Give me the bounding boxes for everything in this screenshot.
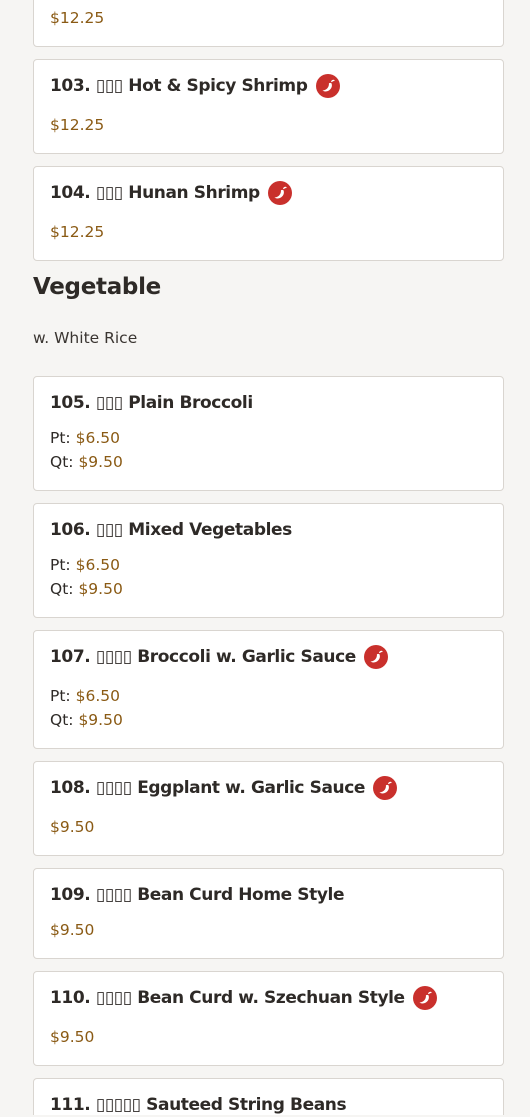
item-name-row: 104. ▯▯▯ Hunan Shrimp [50,181,292,205]
item-name-row: 110. ▯▯▯▯ Bean Curd w. Szechuan Style [50,986,437,1010]
pint-price-row: Pt: $6.50 [50,554,120,576]
chili-pepper-icon [412,986,437,1010]
item-price-value: $9.50 [50,818,95,836]
item-name: 104. ▯▯▯ Hunan Shrimp [50,183,260,203]
menu-item-card-109[interactable]: 109. ▯▯▯▯ Bean Curd Home Style $9.50 [33,868,504,959]
section-title: Vegetable [33,274,161,300]
quart-price: $9.50 [78,580,123,598]
quart-label: Qt: [50,580,74,598]
pint-price: $6.50 [75,556,120,574]
menu-item-card-110[interactable]: 110. ▯▯▯▯ Bean Curd w. Szechuan Style $9… [33,971,504,1066]
quart-price-row: Qt: $9.50 [50,451,123,473]
item-name: 103. ▯▯▯ Hot & Spicy Shrimp [50,76,308,96]
pint-price-row: Pt: $6.50 [50,427,120,449]
pint-label: Pt: [50,556,71,574]
pint-price: $6.50 [75,687,120,705]
item-name: 108. ▯▯▯▯ Eggplant w. Garlic Sauce [50,778,366,798]
quart-price: $9.50 [78,453,123,471]
menu-item-card-105[interactable]: 105. ▯▯▯ Plain Broccoli Pt: $6.50 Qt: $9… [33,376,504,491]
item-price: $9.50 [50,816,94,838]
item-name-row: 107. ▯▯▯▯ Broccoli w. Garlic Sauce [50,645,388,669]
item-name-row: 105. ▯▯▯ Plain Broccoli [50,391,253,415]
item-price: $12.25 [50,114,104,136]
item-name-row: 106. ▯▯▯ Mixed Vegetables [50,518,292,542]
item-price: $12.25 [50,7,104,29]
section-subtitle: w. White Rice [33,329,138,347]
item-name: 107. ▯▯▯▯ Broccoli w. Garlic Sauce [50,647,356,667]
menu-item-card-106[interactable]: 106. ▯▯▯ Mixed Vegetables Pt: $6.50 Qt: … [33,503,504,618]
chili-pepper-icon [363,645,388,669]
menu-item-card-107[interactable]: 107. ▯▯▯▯ Broccoli w. Garlic Sauce Pt: $… [33,630,504,749]
item-name-row: 108. ▯▯▯▯ Eggplant w. Garlic Sauce [50,776,398,800]
item-name-row: 109. ▯▯▯▯ Bean Curd Home Style [50,883,345,907]
quart-price-row: Qt: $9.50 [50,709,123,731]
pint-label: Pt: [50,687,71,705]
chili-pepper-icon [315,74,340,98]
pint-label: Pt: [50,429,71,447]
quart-label: Qt: [50,711,74,729]
menu-item-card-108[interactable]: 108. ▯▯▯▯ Eggplant w. Garlic Sauce $9.50 [33,761,504,856]
pint-price-row: Pt: $6.50 [50,685,120,707]
quart-label: Qt: [50,453,74,471]
item-name: 105. ▯▯▯ Plain Broccoli [50,393,253,413]
quart-price: $9.50 [78,711,123,729]
menu-item-card-102[interactable]: $12.25 [33,0,504,47]
item-price-value: $12.25 [50,9,105,27]
item-price: $9.50 [50,1026,94,1048]
item-price-value: $9.50 [50,1028,95,1046]
menu-item-card-103[interactable]: 103. ▯▯▯ Hot & Spicy Shrimp $12.25 [33,59,504,154]
chili-pepper-icon [267,181,292,205]
menu-item-card-104[interactable]: 104. ▯▯▯ Hunan Shrimp $12.25 [33,166,504,261]
menu-item-card-111[interactable]: 111. ▯▯▯▯▯ Sauteed String Beans [33,1078,504,1115]
chili-pepper-icon [373,776,398,800]
item-name: 106. ▯▯▯ Mixed Vegetables [50,520,292,540]
item-name: 110. ▯▯▯▯ Bean Curd w. Szechuan Style [50,988,405,1008]
item-price-value: $9.50 [50,921,95,939]
item-name: 111. ▯▯▯▯▯ Sauteed String Beans [50,1095,347,1115]
item-price: $12.25 [50,221,104,243]
item-price: $9.50 [50,919,94,941]
quart-price-row: Qt: $9.50 [50,578,123,600]
item-price-value: $12.25 [50,116,105,134]
item-name-row: 111. ▯▯▯▯▯ Sauteed String Beans [50,1093,347,1117]
item-price-value: $12.25 [50,223,105,241]
item-name: 109. ▯▯▯▯ Bean Curd Home Style [50,885,345,905]
pint-price: $6.50 [75,429,120,447]
item-name-row: 103. ▯▯▯ Hot & Spicy Shrimp [50,74,340,98]
